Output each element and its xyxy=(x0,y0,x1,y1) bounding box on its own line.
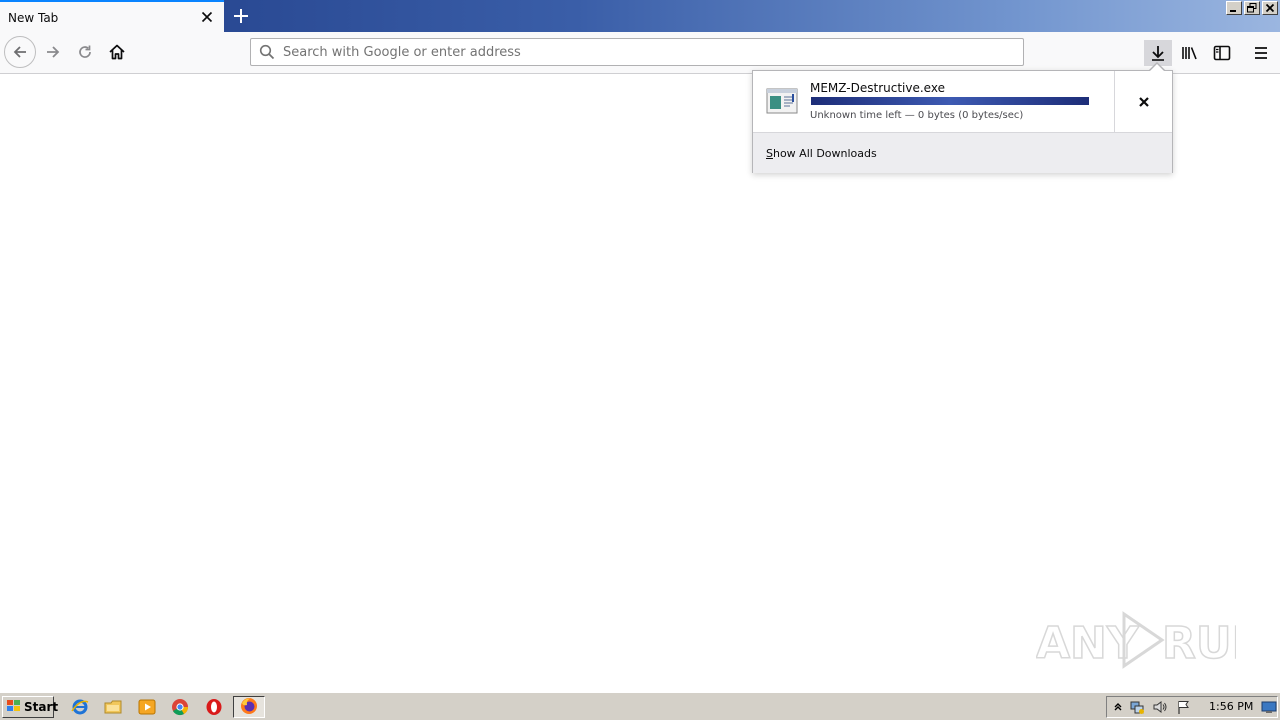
show-desktop-icon[interactable] xyxy=(1261,699,1277,715)
search-icon xyxy=(259,44,275,60)
firefox-icon xyxy=(240,697,258,718)
restore-icon[interactable] xyxy=(1244,1,1260,15)
flag-icon[interactable] xyxy=(1176,699,1192,715)
cancel-download-button[interactable] xyxy=(1114,71,1173,132)
opera-icon[interactable] xyxy=(205,698,223,716)
show-all-downloads-button[interactable]: Show All Downloads xyxy=(753,132,1172,173)
folder-icon[interactable] xyxy=(104,698,122,716)
download-progress-bar xyxy=(811,97,1089,105)
clock: 1:56 PM xyxy=(1209,700,1254,713)
watermark-text-right: RUN xyxy=(1162,618,1236,669)
internet-explorer-icon[interactable] xyxy=(71,698,89,716)
library-icon[interactable] xyxy=(1176,40,1204,66)
tab-title: New Tab xyxy=(8,11,59,25)
minimize-icon[interactable] xyxy=(1226,1,1242,15)
media-player-icon[interactable] xyxy=(138,698,156,716)
panel-arrow-inner xyxy=(1149,64,1165,72)
reload-icon[interactable] xyxy=(69,36,101,68)
downloads-panel: MEMZ-Destructive.exe Unknown time left —… xyxy=(752,70,1173,173)
navigation-toolbar xyxy=(0,32,1280,74)
arrow-left-icon[interactable] xyxy=(4,36,36,68)
show-all-downloads-label: Show All Downloads xyxy=(766,147,877,160)
start-label: Start xyxy=(24,700,59,714)
hamburger-menu-icon[interactable] xyxy=(1247,40,1275,66)
executable-file-icon xyxy=(766,87,798,115)
chevron-up-icon[interactable] xyxy=(1110,699,1126,715)
network-icon[interactable] xyxy=(1129,699,1145,715)
url-bar[interactable] xyxy=(250,38,1024,66)
close-icon xyxy=(1139,96,1149,107)
start-button[interactable]: Start xyxy=(2,696,58,718)
download-item[interactable]: MEMZ-Destructive.exe Unknown time left —… xyxy=(753,71,1114,132)
windows-logo-icon xyxy=(6,699,22,716)
tab-new-tab[interactable]: New Tab xyxy=(0,0,224,32)
sidebar-icon[interactable] xyxy=(1208,40,1236,66)
taskbar: Start 1:56 PM xyxy=(0,692,1280,720)
anyrun-watermark: ANY RUN xyxy=(1035,606,1269,676)
download-status: Unknown time left — 0 bytes (0 bytes/sec… xyxy=(810,110,1024,121)
download-filename: MEMZ-Destructive.exe xyxy=(810,81,945,95)
window-close-icon[interactable] xyxy=(1262,1,1278,15)
chrome-icon[interactable] xyxy=(171,698,189,716)
window-controls xyxy=(1226,1,1278,15)
download-progress-fill xyxy=(811,97,1089,105)
volume-icon[interactable] xyxy=(1152,699,1168,715)
plus-icon[interactable] xyxy=(230,5,252,27)
close-icon[interactable] xyxy=(198,8,216,26)
system-tray: 1:56 PM xyxy=(1106,696,1278,718)
firefox-taskbar-button[interactable] xyxy=(233,696,265,718)
title-bar: New Tab xyxy=(0,0,1280,32)
arrow-right-icon[interactable] xyxy=(37,36,69,68)
home-icon[interactable] xyxy=(101,36,133,68)
url-input[interactable] xyxy=(283,39,1013,65)
